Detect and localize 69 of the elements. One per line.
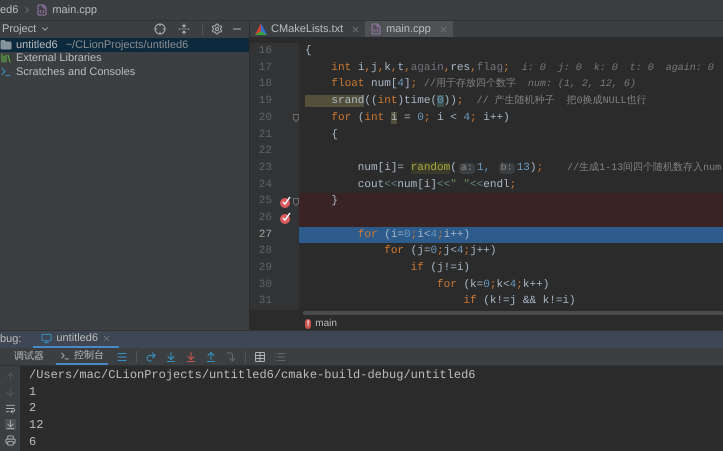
- subtab-label: 调试器: [14, 350, 44, 364]
- library-icon: [0, 52, 12, 64]
- close-icon[interactable]: [438, 24, 448, 34]
- editor-tab[interactable]: main.cpp: [365, 21, 453, 37]
- print-icon[interactable]: [4, 435, 16, 446]
- tree-item[interactable]: External Libraries: [0, 52, 249, 65]
- tree-item-label: untitled6: [16, 38, 58, 52]
- console-icon: [60, 350, 70, 360]
- console-output-line: 6: [29, 434, 38, 450]
- table-icon[interactable]: [254, 350, 266, 362]
- code-line: if (k!=j && k!=i): [462, 294, 576, 310]
- collapse-icon[interactable]: [178, 23, 190, 35]
- monitor-icon: [41, 333, 52, 344]
- code-line: {: [330, 128, 338, 143]
- close-icon[interactable]: [102, 334, 112, 343]
- soft-wrap-icon[interactable]: [4, 403, 16, 414]
- run-to-cursor-icon[interactable]: [225, 350, 237, 362]
- code-line: cout<<num[i]<<" "<<endl;: [356, 178, 516, 193]
- console-output-line: 1: [29, 384, 38, 400]
- code-line: {: [305, 44, 312, 60]
- console-output-line: 12: [29, 417, 44, 434]
- force-step-into-icon[interactable]: [185, 350, 197, 362]
- file-icon: [370, 23, 382, 35]
- scratch-icon: [0, 66, 12, 78]
- tree-item-label: Scratches and Consoles: [16, 64, 136, 80]
- breakpoint-icon[interactable]: [279, 196, 291, 208]
- panel-title: bug:: [0, 332, 22, 348]
- breadcrumb-item[interactable]: ed6: [0, 2, 18, 18]
- console-output-line: 2: [29, 400, 38, 418]
- tree-item[interactable]: untitled6 ~/CLionProjects/untitled6: [0, 38, 249, 52]
- breakpoint-icon[interactable]: [279, 212, 291, 224]
- code-line: if (j!=i): [410, 261, 470, 276]
- tree-item-path: ~/CLionProjects/untitled6: [66, 38, 188, 52]
- code-line: for (k=0;k<4;k++): [436, 278, 550, 293]
- code-line: srand((int)time(0)); // 产生随机种子 把0换成NULL也行: [305, 93, 647, 110]
- tab-label: untitled6: [56, 331, 98, 346]
- crosshair-icon[interactable]: [154, 23, 166, 35]
- code-line: for (j=0;j<4;j++): [383, 244, 496, 260]
- horizontal-scrollbar[interactable]: [303, 311, 723, 315]
- file-icon: [36, 4, 48, 16]
- breadcrumb-item[interactable]: main.cpp: [52, 2, 97, 18]
- tree-item-label: External Libraries: [16, 51, 102, 66]
- settings-icon[interactable]: [211, 23, 223, 35]
- fold-marker-icon[interactable]: [293, 198, 299, 206]
- tab-label: CMakeLists.txt: [271, 22, 344, 37]
- step-over-icon[interactable]: [145, 350, 157, 362]
- project-view-dropdown[interactable]: Project: [2, 20, 50, 38]
- code-line: int i,j,k,t,again,res,flag; i: 0 j: 0 k: 0 t: 0 again: 0: [330, 60, 714, 76]
- fold-marker-icon[interactable]: [293, 114, 299, 122]
- step-out-icon[interactable]: [205, 350, 217, 362]
- code-line: float num[4]; //用于存放四个数字 num: (1, 2, 12, 6): [330, 76, 636, 92]
- triangle-icon: [255, 23, 267, 35]
- scroll-to-end-icon[interactable]: [4, 419, 16, 430]
- debug-subtab[interactable]: 调试器: [10, 348, 48, 365]
- tree-item[interactable]: Scratches and Consoles: [0, 65, 249, 78]
- code-line: }: [330, 194, 338, 210]
- code-line: for (int i = 0; i < 4; i++): [330, 110, 510, 126]
- step-into-icon[interactable]: [165, 350, 177, 362]
- menu-icon[interactable]: [116, 350, 128, 362]
- folder-icon: [0, 38, 12, 51]
- console-output-line: /Users/mac/CLionProjects/untitled6/cmake-build-debug/untitled6: [29, 367, 476, 384]
- function-badge: f: [305, 318, 312, 328]
- tab-label: main.cpp: [386, 22, 431, 37]
- function-breadcrumb[interactable]: main: [315, 316, 337, 331]
- subtab-label: 控制台: [74, 348, 104, 363]
- line-number: 27: [258, 228, 272, 243]
- close-icon[interactable]: [351, 24, 360, 34]
- code-line: for (i=0;i<4;i++): [356, 228, 470, 243]
- code-line: num[i]= random( a: 1, b: 13); //生成1-13间四个随机数存入num: [356, 160, 722, 176]
